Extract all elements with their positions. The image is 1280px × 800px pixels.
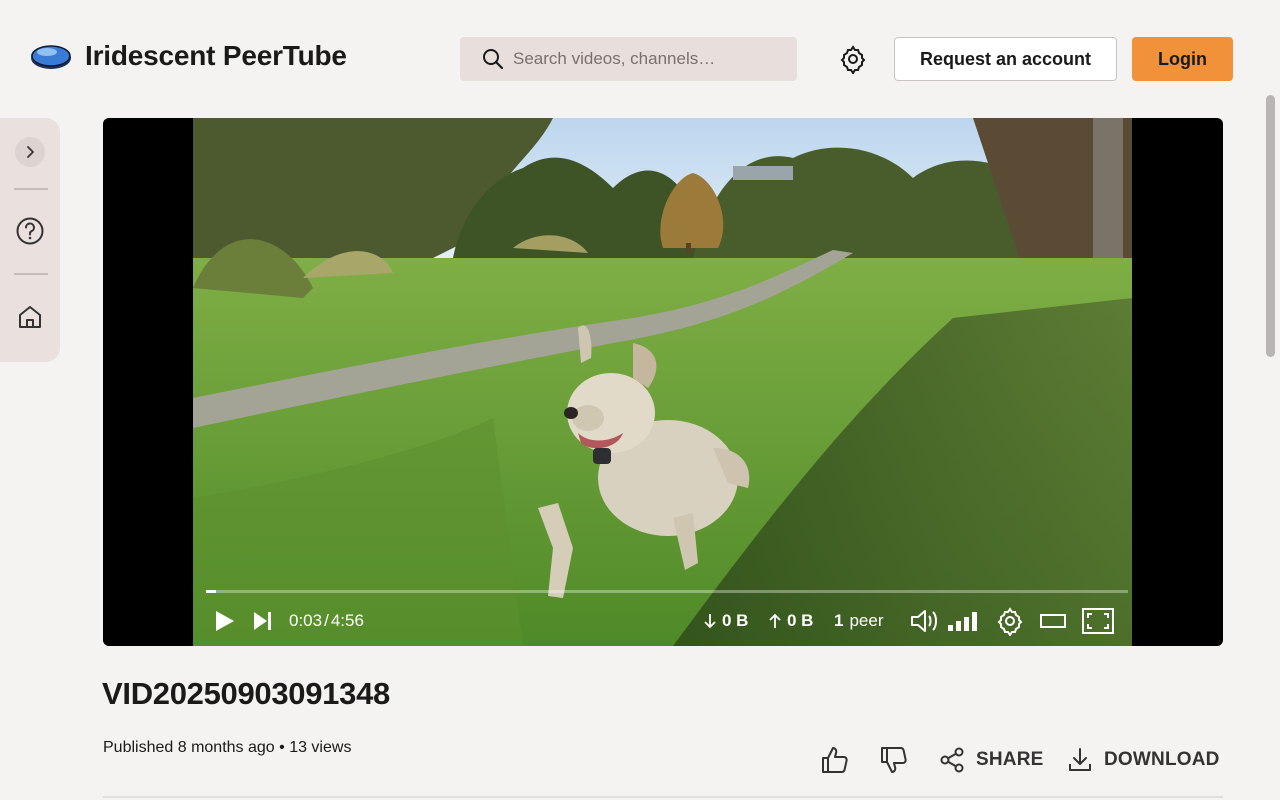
progress-bar-fill [206, 590, 217, 593]
play-button[interactable] [211, 608, 237, 639]
signal-bars-icon [948, 612, 977, 631]
skip-next-icon [254, 612, 271, 630]
volume-button[interactable] [909, 607, 941, 640]
download-label: DOWNLOAD [1104, 749, 1220, 770]
next-video-button[interactable] [251, 610, 273, 637]
peers-count: 1 [834, 611, 844, 630]
video-player[interactable]: 0:03 / 4:56 0 B 0 B 1 peer [103, 118, 1223, 646]
search-input[interactable] [513, 37, 783, 81]
download-amount: 0 B [722, 611, 749, 630]
player-settings-button[interactable] [995, 606, 1025, 641]
published-date: Published 8 months ago [103, 739, 275, 756]
chevron-right-icon [15, 137, 45, 167]
thumbs-up-icon [822, 747, 848, 773]
upload-amount: 0 B [787, 611, 814, 630]
download-icon [1069, 748, 1091, 771]
site-title[interactable]: Iridescent PeerTube [85, 40, 347, 72]
settings-gear-icon[interactable] [838, 44, 868, 75]
video-scene [193, 118, 1132, 646]
side-menu [0, 118, 60, 362]
video-frame[interactable] [193, 118, 1132, 646]
arrow-down-icon [704, 614, 716, 629]
search-box [460, 37, 797, 81]
page-scrollbar[interactable] [1266, 95, 1275, 357]
peertube-logo[interactable] [29, 42, 73, 72]
share-label: SHARE [976, 749, 1044, 770]
progress-bar[interactable] [206, 590, 1128, 593]
video-title: VID20250903091348 [102, 676, 390, 711]
play-icon [216, 611, 234, 631]
download-button[interactable]: DOWNLOAD [1066, 742, 1220, 778]
theater-mode-button[interactable] [1039, 612, 1067, 635]
login-button[interactable]: Login [1132, 37, 1233, 81]
fullscreen-button[interactable] [1081, 607, 1115, 640]
fullscreen-icon [1082, 608, 1114, 634]
sidebar-divider [14, 273, 48, 275]
expand-menu-button[interactable] [14, 136, 46, 168]
share-icon [940, 747, 964, 773]
meta-separator: • [279, 739, 285, 756]
request-account-button[interactable]: Request an account [894, 37, 1117, 81]
section-divider [103, 796, 1223, 798]
header: Iridescent PeerTube Request an account L… [0, 0, 1280, 118]
theater-mode-icon [1040, 614, 1066, 628]
video-meta: Published 8 months ago • 13 views [103, 739, 351, 757]
share-button[interactable]: SHARE [938, 742, 1044, 778]
sidebar-divider [14, 188, 48, 190]
p2p-upload-stat: 0 B [768, 610, 813, 632]
quality-bars-button[interactable] [947, 610, 983, 637]
like-button[interactable] [820, 742, 850, 778]
peers-stat: 1 peer [834, 610, 884, 632]
search-icon[interactable] [482, 48, 504, 70]
help-circle-icon [16, 217, 44, 245]
duration: 4:56 [330, 611, 364, 630]
gear-icon [997, 607, 1023, 637]
sidebar-item-help[interactable] [14, 215, 46, 247]
current-time: 0:03 [289, 611, 323, 630]
peers-label: peer [849, 611, 884, 630]
dislike-button[interactable] [879, 742, 909, 778]
p2p-download-stat: 0 B [703, 610, 748, 632]
volume-icon [911, 610, 937, 632]
time-display: 0:03 / 4:56 [289, 610, 364, 632]
thumbs-down-icon [881, 747, 907, 773]
arrow-up-icon [769, 613, 781, 628]
sidebar-item-home[interactable] [14, 301, 46, 333]
home-icon [19, 306, 41, 328]
time-separator: / [324, 611, 329, 630]
view-count: 13 views [289, 739, 352, 756]
